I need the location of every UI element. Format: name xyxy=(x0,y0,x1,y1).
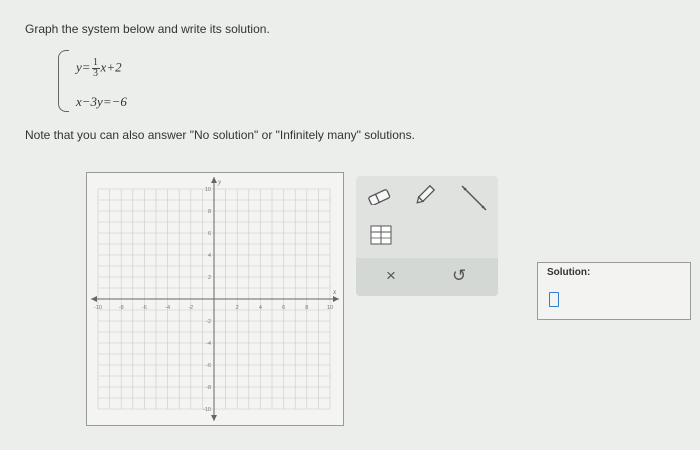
fraction: 13 xyxy=(91,57,100,79)
x-tick-label: -6 xyxy=(142,305,147,311)
action-bar: × ↺ xyxy=(356,258,498,296)
pencil-icon[interactable] xyxy=(410,180,440,210)
x-tick-label: 4 xyxy=(259,305,262,311)
graph-area[interactable]: x y -10 -8 -6 -4 -2 2 4 6 8 10 10 8 6 4 2 -2 -4 -6 -8 -10 xyxy=(86,172,344,426)
y-tick-label: 8 xyxy=(208,209,211,215)
solution-label: Solution: xyxy=(547,267,591,278)
y-tick-label: 10 xyxy=(205,187,211,193)
x-tick-label: 10 xyxy=(327,305,333,311)
x-tick-label: -8 xyxy=(119,305,124,311)
x-tick-label: -10 xyxy=(94,305,102,311)
x-tick-label: -2 xyxy=(188,305,193,311)
y-axis-arrow-up xyxy=(211,177,217,183)
y-tick-label: 4 xyxy=(208,253,211,259)
y-axis-label: y xyxy=(217,178,222,186)
eraser-icon[interactable] xyxy=(364,182,394,212)
x-tick-label: 8 xyxy=(305,305,308,311)
y-tick-label: 6 xyxy=(208,231,211,237)
y-tick-label: -6 xyxy=(206,363,211,369)
x-axis-arrow-right xyxy=(333,296,339,302)
system-brace xyxy=(58,50,69,112)
y-tick-label: -8 xyxy=(206,385,211,391)
y-tick-label: -2 xyxy=(206,319,211,325)
table-icon[interactable] xyxy=(368,222,394,248)
problem-prompt: Graph the system below and write its sol… xyxy=(25,22,270,36)
y-tick-label: -10 xyxy=(203,407,211,413)
solution-input[interactable] xyxy=(549,292,559,307)
equation-1: y= 1 3 x+2 xyxy=(76,57,122,79)
x-axis-label: x xyxy=(332,288,337,296)
solution-panel: Solution: xyxy=(537,262,691,320)
line-tool-icon[interactable] xyxy=(456,180,490,214)
y-axis-arrow-down xyxy=(211,415,217,421)
equation-2: x−3y=−6 xyxy=(76,94,127,109)
x-tick-label: 2 xyxy=(236,305,239,311)
clear-button[interactable]: × xyxy=(386,266,396,286)
y-tick-label: -4 xyxy=(206,341,211,347)
graph-toolbar: × ↺ xyxy=(356,176,498,296)
x-axis-arrow-left xyxy=(91,296,97,302)
note-text: Note that you can also answer "No soluti… xyxy=(25,128,415,142)
y-tick-label: 2 xyxy=(208,275,211,281)
coordinate-grid[interactable]: x y -10 -8 -6 -4 -2 2 4 6 8 10 10 8 6 4 2 -2 -4 -6 -8 -10 xyxy=(87,173,343,425)
x-tick-label: -4 xyxy=(165,305,170,311)
undo-button[interactable]: ↺ xyxy=(452,266,466,286)
x-tick-label: 6 xyxy=(282,305,285,311)
